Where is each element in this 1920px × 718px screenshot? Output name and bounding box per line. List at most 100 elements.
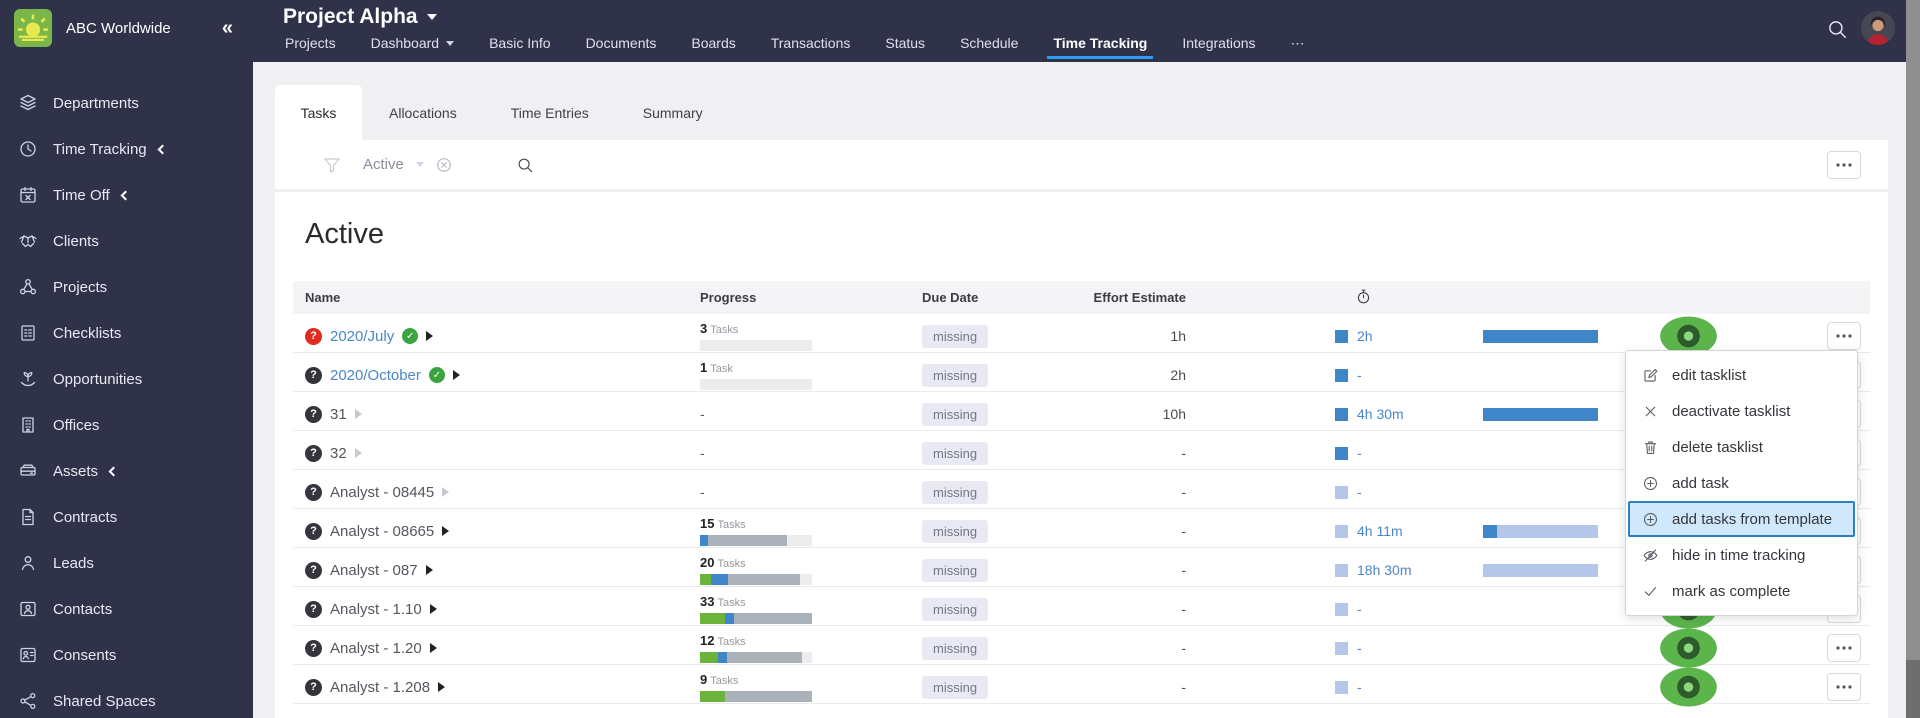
project-tab[interactable]: ⋯ [1289, 27, 1307, 59]
time-tracked-value[interactable]: - [1357, 679, 1362, 695]
expand-caret-icon[interactable] [429, 643, 437, 654]
row-menu-button[interactable] [1827, 322, 1861, 351]
sidebar-item[interactable]: Opportunities [0, 356, 253, 402]
project-tab[interactable]: Dashboard [369, 27, 457, 59]
project-title-dropdown[interactable]: Project Alpha [283, 5, 437, 29]
help-icon[interactable] [305, 327, 322, 345]
eye-icon[interactable] [1657, 626, 1720, 670]
help-icon[interactable] [305, 366, 322, 384]
time-tracked-value[interactable]: - [1357, 445, 1362, 461]
sidebar-item[interactable]: Projects [0, 264, 253, 310]
project-tab[interactable]: Schedule [958, 27, 1020, 59]
due-date-badge[interactable]: missing [922, 480, 989, 504]
help-icon[interactable] [305, 483, 322, 501]
time-tracked-value[interactable]: - [1357, 601, 1362, 617]
time-tracked-value[interactable]: - [1357, 484, 1362, 500]
context-menu-item[interactable]: mark as complete [1626, 573, 1857, 609]
help-icon[interactable] [305, 600, 322, 618]
sidebar-item[interactable]: Departments [0, 80, 253, 126]
project-tab[interactable]: Status [883, 27, 927, 59]
module-tab[interactable]: Allocations [362, 85, 484, 140]
help-icon[interactable] [305, 678, 322, 696]
time-tracked-value[interactable]: - [1357, 640, 1362, 656]
sidebar-collapse-button[interactable]: « [222, 17, 233, 40]
tasklist-name-link[interactable]: Analyst - 1.208 [330, 679, 430, 696]
due-date-badge[interactable]: missing [922, 441, 989, 465]
timer-square-icon[interactable] [1335, 407, 1348, 421]
timer-square-icon[interactable] [1335, 368, 1348, 382]
filter-icon[interactable] [322, 155, 342, 175]
row-menu-button[interactable] [1827, 634, 1861, 663]
due-date-badge[interactable]: missing [922, 597, 989, 621]
context-menu-item[interactable]: add tasks from template [1628, 501, 1855, 537]
tasklist-name-link[interactable]: Analyst - 08445 [330, 484, 434, 501]
sidebar-item[interactable]: Time Tracking [0, 126, 253, 172]
context-menu-item[interactable]: edit tasklist [1626, 357, 1857, 393]
timer-square-icon[interactable] [1335, 602, 1348, 616]
context-menu-item[interactable]: add task [1626, 465, 1857, 501]
column-header-progress[interactable]: Progress [670, 290, 900, 305]
column-header-time-tracked[interactable] [1200, 288, 1460, 308]
context-menu-item[interactable]: deactivate tasklist [1626, 393, 1857, 429]
module-tab[interactable]: Summary [616, 85, 730, 140]
due-date-badge[interactable]: missing [922, 324, 989, 348]
due-date-badge[interactable]: missing [922, 519, 989, 543]
sidebar-item[interactable]: Leads [0, 540, 253, 586]
clear-filter-icon[interactable] [435, 156, 453, 174]
expand-caret-icon[interactable] [354, 448, 362, 459]
due-date-badge[interactable]: missing [922, 363, 989, 387]
sidebar-item[interactable]: Time Off [0, 172, 253, 218]
project-tab[interactable]: Boards [689, 27, 737, 59]
expand-caret-icon[interactable] [442, 526, 450, 537]
table-search-icon[interactable] [516, 156, 534, 174]
list-options-button[interactable] [1827, 150, 1861, 179]
tasklist-name-link[interactable]: Analyst - 08665 [330, 523, 434, 540]
tasklist-name-link[interactable]: 31 [330, 406, 347, 423]
expand-caret-icon[interactable] [442, 487, 450, 498]
column-header-due-date[interactable]: Due Date [900, 290, 1085, 305]
sidebar-item[interactable]: Shared Spaces [0, 678, 253, 718]
context-menu-item[interactable]: delete tasklist [1626, 429, 1857, 465]
expand-caret-icon[interactable] [426, 331, 434, 342]
time-tracked-value[interactable]: - [1357, 367, 1362, 383]
sidebar-item[interactable]: Consents [0, 632, 253, 678]
context-menu-item[interactable]: hide in time tracking [1626, 537, 1857, 573]
tasklist-name-link[interactable]: Analyst - 1.10 [330, 601, 422, 618]
module-tab[interactable]: Tasks [275, 85, 362, 140]
timer-square-icon[interactable] [1335, 680, 1348, 694]
help-icon[interactable] [305, 561, 322, 579]
eye-icon[interactable] [1657, 665, 1720, 709]
company-logo[interactable] [14, 9, 52, 47]
project-tab[interactable]: Integrations [1180, 27, 1257, 59]
help-icon[interactable] [305, 444, 322, 462]
sidebar-item[interactable]: Checklists [0, 310, 253, 356]
timer-square-icon[interactable] [1335, 446, 1348, 460]
time-tracked-value[interactable]: 4h 30m [1357, 406, 1404, 422]
due-date-badge[interactable]: missing [922, 558, 989, 582]
expand-caret-icon[interactable] [425, 565, 433, 576]
sidebar-item[interactable]: Contacts [0, 586, 253, 632]
timer-square-icon[interactable] [1335, 563, 1348, 577]
vertical-scrollbar[interactable] [1906, 0, 1920, 718]
due-date-badge[interactable]: missing [922, 675, 989, 699]
avatar[interactable] [1861, 11, 1895, 45]
help-icon[interactable] [305, 639, 322, 657]
chevron-down-icon[interactable] [415, 162, 424, 167]
time-tracked-value[interactable]: 18h 30m [1357, 562, 1411, 578]
project-tab[interactable]: Documents [584, 27, 659, 59]
timer-square-icon[interactable] [1335, 641, 1348, 655]
tasklist-name-link[interactable]: 2020/October [330, 367, 421, 384]
column-header-name[interactable]: Name [293, 290, 670, 305]
timer-square-icon[interactable] [1335, 485, 1348, 499]
sidebar-item[interactable]: Contracts [0, 494, 253, 540]
timer-square-icon[interactable] [1335, 524, 1348, 538]
timer-square-icon[interactable] [1335, 329, 1348, 343]
project-tab[interactable]: Basic Info [487, 27, 552, 59]
sidebar-item[interactable]: Offices [0, 402, 253, 448]
time-tracked-value[interactable]: 2h [1357, 328, 1373, 344]
project-tab[interactable]: Transactions [769, 27, 853, 59]
filter-value-dropdown[interactable]: Active [363, 156, 404, 173]
due-date-badge[interactable]: missing [922, 636, 989, 660]
expand-caret-icon[interactable] [438, 682, 446, 693]
expand-caret-icon[interactable] [452, 370, 460, 381]
